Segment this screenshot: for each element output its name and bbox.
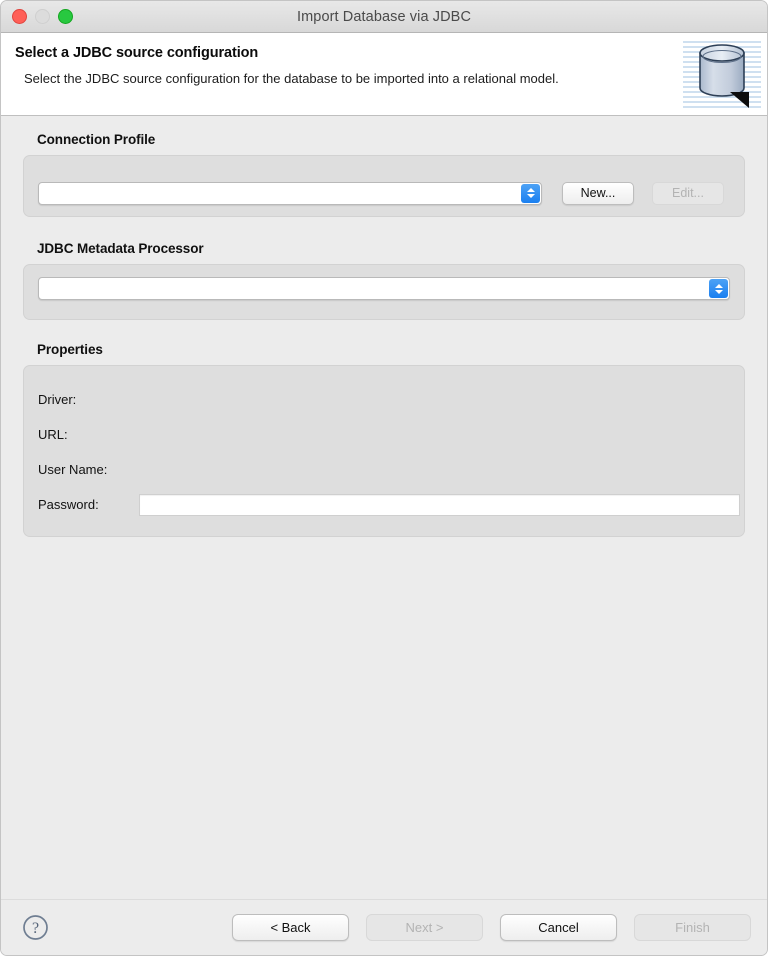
minimize-button [35,9,50,24]
property-row-password: Password: [38,487,744,522]
property-row-driver: Driver: [38,382,744,417]
password-label: Password: [38,497,99,512]
metadata-processor-group [23,264,745,320]
close-button[interactable] [12,9,27,24]
password-input[interactable] [139,493,740,516]
chevron-updown-icon[interactable] [521,183,540,203]
window-controls [12,1,73,32]
properties-label: Properties [37,342,103,357]
driver-label: Driver: [38,392,77,407]
zoom-button[interactable] [58,9,73,24]
window-title: Import Database via JDBC [296,8,472,25]
database-icon [683,38,761,108]
metadata-processor-label: JDBC Metadata Processor [37,241,204,256]
help-question-icon[interactable]: ? [22,914,49,941]
import-database-dialog: Import Database via JDBC Select a JDBC s… [0,0,768,956]
new-profile-button[interactable]: New... [562,181,634,205]
properties-group: Driver: URL: User Name: Password: [23,365,745,537]
back-button[interactable]: < Back [232,914,349,941]
cancel-button[interactable]: Cancel [500,914,617,941]
metadata-processor-combo[interactable] [38,277,730,300]
chevron-updown-icon[interactable] [709,279,728,298]
connection-profile-group: New... Edit... [23,155,745,217]
svg-text:?: ? [32,920,39,937]
edit-profile-button: Edit... [652,181,724,205]
connection-profile-combo[interactable] [38,181,542,205]
url-label: URL: [38,427,68,442]
wizard-navigation: < Back Next > Cancel Finish [232,914,751,941]
page-description: Select the JDBC source configuration for… [24,71,559,86]
connection-profile-label: Connection Profile [37,132,156,147]
property-row-username: User Name: [38,452,744,487]
dialog-body: Connection Profile New... Edit... JDBC M… [1,116,767,922]
next-button: Next > [366,914,483,941]
property-row-url: URL: [38,417,744,452]
page-title: Select a JDBC source configuration [15,45,259,61]
wizard-header: Select a JDBC source configuration Selec… [1,33,767,116]
title-bar: Import Database via JDBC [1,1,767,33]
user-name-label: User Name: [38,462,108,477]
finish-button: Finish [634,914,751,941]
dialog-footer: ? < Back Next > Cancel Finish [1,899,767,955]
